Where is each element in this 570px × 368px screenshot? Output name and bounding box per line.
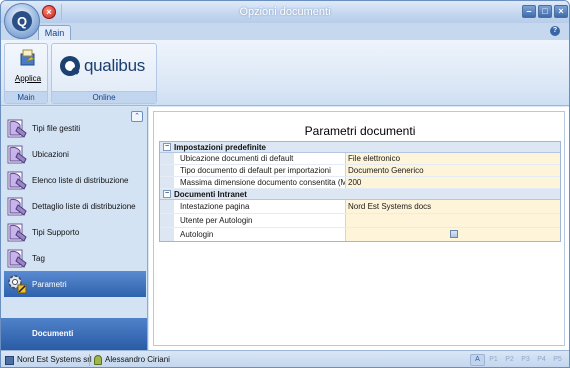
property-value-field[interactable]: 200 <box>346 177 560 188</box>
applica-label: Applica <box>14 74 42 83</box>
nav-section-documenti[interactable]: Documenti <box>1 318 147 350</box>
property-row: Tipo documento di default per importazio… <box>160 165 560 177</box>
document-tray-icon <box>6 221 28 243</box>
category-documenti-intranet[interactable]: − Documenti Intranet <box>160 189 560 200</box>
application-window: Opzioni documenti × – □ × Q Main ? Appli… <box>0 0 570 368</box>
apply-icon <box>18 48 38 66</box>
qualibus-logo-text: qualibus <box>84 56 145 75</box>
status-key-p1: P1 <box>489 356 498 363</box>
property-row: Autologin <box>160 228 560 241</box>
nav-item-label: Elenco liste di distribuzione <box>32 175 129 185</box>
nav-item-label: Parametri <box>32 279 67 289</box>
ribbon: Applica Main qualibus Online <box>1 40 569 106</box>
user-name: Alessandro Ciriani <box>105 355 170 364</box>
applica-button[interactable]: Applica <box>9 48 47 88</box>
toolbar-separator <box>61 4 62 20</box>
collapse-category-icon[interactable]: − <box>163 143 171 151</box>
nav-item-parametri[interactable]: Parametri <box>4 271 146 297</box>
status-key-p2: P2 <box>505 356 514 363</box>
nav-item-label: Dettaglio liste di distribuzione <box>32 201 136 211</box>
nav-item-ubicazioni[interactable]: Ubicazioni <box>4 141 146 167</box>
property-value-field[interactable] <box>346 214 560 227</box>
property-value-field <box>346 228 560 241</box>
collapse-category-icon[interactable]: − <box>163 190 171 198</box>
status-key-p3: P3 <box>521 356 530 363</box>
document-tray-icon <box>6 143 28 165</box>
property-row: Massima dimensione documento consentita … <box>160 177 560 189</box>
document-tray-icon <box>6 247 28 269</box>
property-label: Ubicazione documenti di default <box>174 153 346 164</box>
nav-item-label: Ubicazioni <box>32 149 69 159</box>
property-value-field[interactable]: Nord Est Systems docs <box>346 200 560 213</box>
document-tray-icon <box>6 195 28 217</box>
nav-item-tipi-supporto[interactable]: Tipi Supporto <box>4 219 146 245</box>
close-button[interactable]: × <box>554 5 568 18</box>
nav-item-tipi-file-gestiti[interactable]: Tipi file gestiti <box>4 115 146 141</box>
document-tray-icon <box>6 117 28 139</box>
property-value-field[interactable]: Documento Generico <box>346 165 560 176</box>
ribbon-group-main: Applica Main <box>4 43 48 104</box>
minimize-button[interactable]: – <box>522 5 536 18</box>
tab-main[interactable]: Main <box>38 25 71 40</box>
nav-item-label: Tag <box>32 253 45 263</box>
status-key-p5: P5 <box>553 356 562 363</box>
property-row: Utente per Autologin <box>160 214 560 228</box>
property-row: Ubicazione documenti di default File ele… <box>160 153 560 165</box>
status-separator <box>89 354 90 366</box>
category-impostazioni-predefinite[interactable]: − Impostazioni predefinite <box>160 142 560 153</box>
document-tray-icon <box>6 169 28 191</box>
nav-item-label: Tipi Supporto <box>32 227 80 237</box>
company-name: Nord Est Systems srl <box>17 355 92 364</box>
ribbon-tab-row: Main ? <box>1 23 569 40</box>
nav-item-dettaglio-liste[interactable]: Dettaglio liste di distribuzione <box>4 193 146 219</box>
window-title: Opzioni documenti <box>239 6 331 18</box>
user-icon <box>94 355 102 365</box>
group-label-main: Main <box>5 91 47 103</box>
status-bar: Nord Est Systems srl Alessandro Ciriani … <box>1 350 569 367</box>
property-label: Utente per Autologin <box>174 214 346 227</box>
nav-item-elenco-liste[interactable]: Elenco liste di distribuzione <box>4 167 146 193</box>
parameters-panel: Parametri documenti − Impostazioni prede… <box>153 111 565 346</box>
navigation-pane: ⌃ Tipi file gestiti Ubicazioni Elenco li… <box>1 107 148 350</box>
title-bar: Opzioni documenti × – □ × <box>1 1 569 23</box>
property-label: Intestazione pagina <box>174 200 346 213</box>
property-label: Autologin <box>174 228 346 241</box>
company-status: Nord Est Systems srl <box>5 351 92 367</box>
nav-item-label: Tipi file gestiti <box>32 123 81 133</box>
property-row: Intestazione pagina Nord Est Systems doc… <box>160 200 560 214</box>
group-label-online: Online <box>52 91 156 103</box>
page-title: Parametri documenti <box>304 124 416 138</box>
autologin-checkbox[interactable] <box>450 230 458 238</box>
gear-icon <box>6 273 28 295</box>
application-menu-button[interactable]: Q <box>4 3 40 39</box>
help-icon[interactable]: ? <box>550 26 560 36</box>
status-key-p4: P4 <box>537 356 546 363</box>
status-key-indicators: A P1 P2 P3 P4 P5 <box>469 354 565 366</box>
category-label: Impostazioni predefinite <box>174 143 267 152</box>
property-value-field[interactable]: File elettronico <box>346 153 560 164</box>
property-label: Massima dimensione documento consentita … <box>174 177 346 188</box>
maximize-button[interactable]: □ <box>538 5 552 18</box>
content-area: Parametri documenti − Impostazioni prede… <box>149 107 569 350</box>
building-icon <box>5 355 14 365</box>
ribbon-group-online: qualibus Online <box>51 43 157 104</box>
property-label: Tipo documento di default per importazio… <box>174 165 346 176</box>
close-document-icon[interactable]: × <box>42 5 56 19</box>
property-grid: − Impostazioni predefinite Ubicazione do… <box>159 141 561 242</box>
qualibus-logo-icon <box>60 56 80 76</box>
status-key-a: A <box>470 354 485 366</box>
user-status: Alessandro Ciriani <box>94 351 170 367</box>
category-label: Documenti Intranet <box>174 190 247 199</box>
app-logo-icon: Q <box>12 11 32 31</box>
nav-item-tag[interactable]: Tag <box>4 245 146 271</box>
qualibus-logo[interactable]: qualibus <box>60 53 148 79</box>
